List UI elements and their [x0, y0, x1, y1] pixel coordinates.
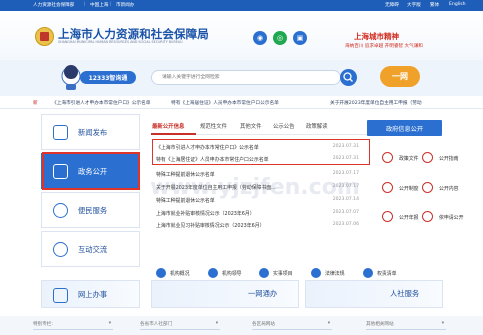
gov-info-open-button[interactable]: 政府信息公开 — [367, 120, 442, 136]
topbar-link-traditional[interactable]: 繁体 — [430, 2, 439, 8]
content-icon — [422, 182, 433, 193]
marquee-item[interactable]: 新 — [33, 100, 38, 106]
news-item[interactable]: 上海市就业补贴审核情况公示（2023年6月） 2023.07.07 — [156, 209, 371, 218]
nav-label: 新闻发布 — [78, 128, 108, 137]
app-icon[interactable]: ▣ — [293, 31, 307, 45]
news-title[interactable]: 上海市就业补贴审核情况公示（2023年6月） — [156, 210, 321, 217]
site-subtitle: SHANGHAI MUNICIPAL HUMAN RESOURCES AND S… — [58, 40, 183, 44]
news-marquee: 新 《上海市引进人才申办本市常住户口》公示名单 特有《上海居住证》人员申办本市常… — [0, 97, 483, 109]
newspaper-icon — [53, 125, 68, 140]
topbar-link-mohrss[interactable]: 人力资源社会保障部 — [33, 2, 74, 8]
topbar-link-accessibility[interactable]: 无障碍 — [385, 2, 399, 8]
nav-interaction[interactable]: 互动交流 — [41, 231, 140, 267]
user-icon — [53, 203, 68, 218]
one-network-button[interactable]: 一网 — [380, 66, 420, 87]
nav-online-service[interactable]: 网上办事 — [41, 280, 140, 308]
banner-label: 人社服务 — [390, 289, 420, 298]
search-input[interactable] — [152, 71, 322, 84]
search-field[interactable] — [151, 70, 341, 85]
wechat-icon[interactable]: ◎ — [273, 31, 287, 45]
project-icon — [259, 268, 269, 278]
news-date: 2023.07.06 — [332, 222, 359, 227]
tab-notices[interactable]: 公示公告 — [273, 122, 295, 130]
law-icon — [311, 268, 321, 278]
active-tab-indicator — [151, 133, 196, 135]
chevron-down-icon: ▾ — [108, 321, 111, 326]
news-title[interactable]: 上海市就业见习补贴审核情况公示（2023年6月） — [156, 222, 321, 229]
news-item[interactable]: 上海市就业见习补贴审核情况公示（2023年6月） 2023.07.06 — [156, 221, 371, 230]
chat-icon — [53, 242, 68, 257]
topbar-separator: | — [110, 2, 112, 7]
district-bureau-select[interactable]: 各区局网站 ▾ — [252, 318, 332, 330]
marquee-item[interactable]: 《上海市引进人才申办本市常住户口》公示名单 — [52, 100, 150, 106]
nav-convenience-service[interactable]: 便民服务 — [41, 192, 140, 228]
chevron-down-icon: ▾ — [441, 321, 444, 326]
social-service-banner[interactable]: 人社服务 — [305, 280, 443, 308]
nav-label: 互动交流 — [78, 245, 108, 254]
city-spirit-subtitle: 海纳百川 追求卓越 开明睿智 大气谦和 — [345, 44, 423, 49]
selection-highlight — [152, 139, 370, 165]
guide-icon — [422, 152, 433, 163]
tab-other-docs[interactable]: 其他文件 — [240, 122, 262, 130]
apply-icon — [422, 211, 433, 222]
topbar-link-shanghai[interactable]: 中国上海 — [90, 2, 108, 8]
assistant-robot-icon[interactable] — [60, 65, 82, 91]
topbar-link-large-font[interactable]: 大字版 — [407, 2, 421, 8]
building-icon — [156, 268, 166, 278]
special-column-select[interactable]: 特别专栏: ▾ — [33, 318, 113, 330]
tab-normative-docs[interactable]: 规范性文件 — [200, 122, 227, 130]
watermark: www.yjzjfen.com — [150, 175, 360, 200]
other-sites-select[interactable]: 其他相关网站 ▾ — [366, 318, 446, 330]
chevron-down-icon: ▾ — [327, 321, 330, 326]
one-network-banner[interactable]: 一网通办 — [151, 280, 299, 308]
content-tabs: 最新公开信息 规范性文件 其他文件 公示公告 政策解读 — [151, 120, 361, 132]
topbar-link-english[interactable]: English — [449, 2, 466, 7]
topbar-separator: | — [84, 2, 86, 7]
bureau-emblem-icon[interactable] — [35, 27, 54, 46]
marquee-item[interactable]: 关于开展2023年度单位自主用工申报（劳动 — [330, 100, 422, 106]
folder-icon — [382, 152, 393, 163]
report-icon — [382, 211, 393, 222]
topbar-link-press[interactable]: 市新闻办 — [116, 2, 134, 8]
banner-label: 一网通办 — [248, 289, 278, 298]
list-icon — [363, 268, 373, 278]
nav-label: 网上办事 — [78, 290, 108, 299]
selection-highlight — [42, 152, 140, 190]
marquee-item[interactable]: 特有《上海居住证》人员申办本市常住户口公示名单 — [171, 100, 279, 106]
monitor-icon — [53, 288, 68, 303]
provincial-hr-select[interactable]: 各省市人社部门 ▾ — [140, 318, 220, 330]
chevron-down-icon: ▾ — [215, 321, 218, 326]
tab-latest[interactable]: 最新公开信息 — [152, 122, 184, 130]
leader-icon — [208, 268, 218, 278]
search-icon — [343, 72, 353, 82]
nav-label: 便民服务 — [78, 206, 108, 215]
top-bar: 人力资源社会保障部 | 中国上海 | 市新闻办 无障碍 大字版 繁体 Engli… — [0, 0, 483, 11]
nav-news-release[interactable]: 新闻发布 — [41, 114, 140, 150]
hotline-12333-button[interactable]: 12333智询通 — [80, 71, 136, 84]
search-button[interactable] — [340, 69, 357, 86]
rules-icon — [382, 182, 393, 193]
tab-policy-interpretation[interactable]: 政策解读 — [306, 122, 328, 130]
city-spirit-title: 上海城市精神 — [354, 32, 399, 41]
weibo-icon[interactable]: ◉ — [253, 31, 267, 45]
news-date: 2023.07.07 — [332, 210, 359, 215]
